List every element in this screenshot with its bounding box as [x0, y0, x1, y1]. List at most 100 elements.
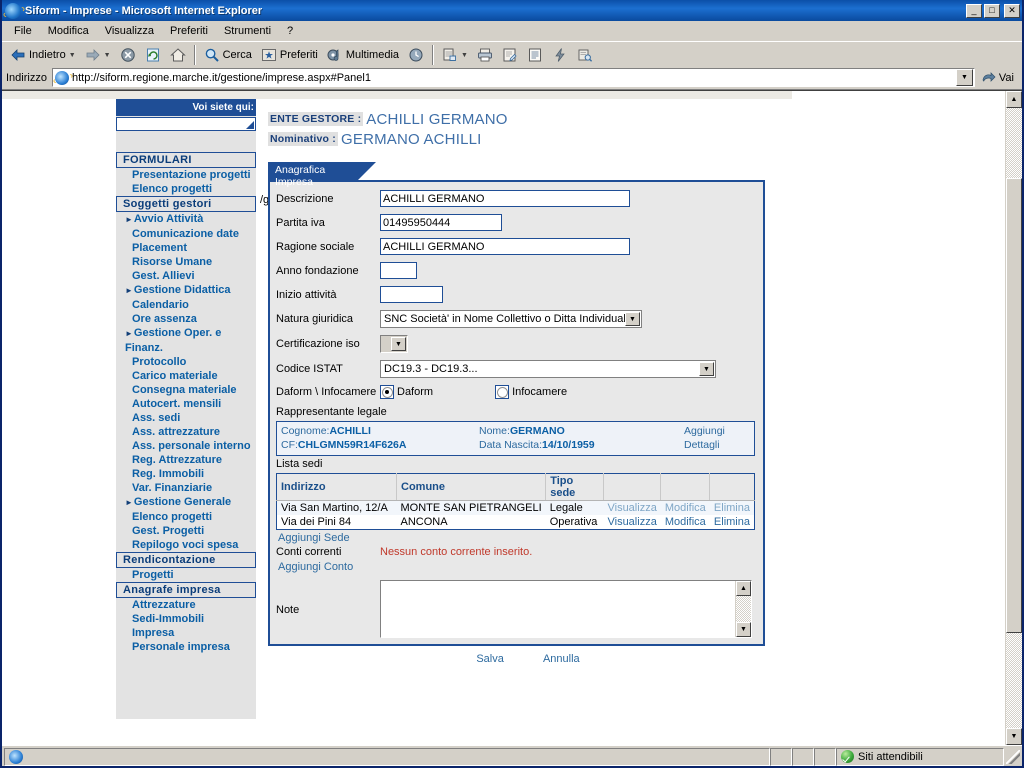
- forward-button[interactable]: ▼: [81, 45, 115, 65]
- nav-link-risorse-umane[interactable]: Risorse Umane: [116, 255, 256, 269]
- history-button[interactable]: [404, 45, 428, 65]
- messenger-button[interactable]: [548, 45, 572, 65]
- menu-item-file[interactable]: File: [6, 23, 40, 39]
- nav-link-progetti[interactable]: Progetti: [116, 568, 256, 582]
- print-button[interactable]: [473, 45, 497, 65]
- nav-link-placement[interactable]: Placement: [116, 241, 256, 255]
- salva-link[interactable]: Salva: [476, 653, 504, 665]
- maximize-button[interactable]: □: [984, 3, 1000, 18]
- nav-link-reg-immobili[interactable]: Reg. Immobili: [116, 467, 256, 481]
- note-textarea[interactable]: ▲ ▼: [380, 580, 752, 638]
- page-scrollbar[interactable]: ▲ ▼: [1005, 91, 1022, 745]
- certificazione-iso-select[interactable]: ▼: [380, 335, 408, 353]
- rappresentante-aggiungi-link[interactable]: Aggiungi: [684, 424, 750, 438]
- nav-group-gestione-didattica[interactable]: ►Gestione Didattica: [116, 283, 256, 298]
- nav-link-calendario[interactable]: Calendario: [116, 298, 256, 312]
- nav-link-personale-impresa[interactable]: Personale impresa: [116, 640, 256, 654]
- mail-button[interactable]: ▼: [438, 45, 472, 65]
- nav-link-carico-materiale[interactable]: Carico materiale: [116, 369, 256, 383]
- discuss-button[interactable]: [523, 45, 547, 65]
- minimize-button[interactable]: _: [966, 3, 982, 18]
- aggiungi-sede-link[interactable]: Aggiungi Sede: [276, 530, 755, 545]
- natura-giuridica-select[interactable]: SNC Società' in Nome Collettivo o Ditta …: [380, 310, 642, 328]
- refresh-button[interactable]: [141, 45, 165, 65]
- menu-item-modifica[interactable]: Modifica: [40, 23, 97, 39]
- codice-istat-select[interactable]: DC19.3 - DC19.3... ▼: [380, 360, 716, 378]
- nav-link-ass-personale-interno[interactable]: Ass. personale interno: [116, 439, 256, 453]
- descrizione-input[interactable]: ACHILLI GERMANO: [380, 190, 630, 207]
- scroll-down-button[interactable]: ▼: [1006, 728, 1022, 745]
- scroll-up-button[interactable]: ▲: [1006, 91, 1022, 108]
- nav-link-consegna-materiale[interactable]: Consegna materiale: [116, 383, 256, 397]
- nav-link-reg-attrezzature[interactable]: Reg. Attrezzature: [116, 453, 256, 467]
- nav-group-gestione-oper-finanz[interactable]: ►Gestione Oper. e Finanz.: [116, 326, 256, 355]
- note-scroll-up-button[interactable]: ▲: [736, 581, 751, 596]
- nav-link-attrezzature[interactable]: Attrezzature: [116, 598, 256, 612]
- nav-link-repilogo-voci-spesa[interactable]: Repilogo voci spesa: [116, 538, 256, 552]
- security-zone-cell[interactable]: Siti attendibili: [836, 747, 1004, 766]
- nav-link-ass-sedi[interactable]: Ass. sedi: [116, 411, 256, 425]
- nav-link-presentazione-progetti[interactable]: Presentazione progetti: [116, 168, 256, 182]
- nav-link-var-finanziarie[interactable]: Var. Finanziarie: [116, 481, 256, 495]
- address-dropdown-button[interactable]: ▼: [955, 69, 973, 86]
- nav-link-autocert-mensili[interactable]: Autocert. mensili: [116, 397, 256, 411]
- nav-search-input[interactable]: [116, 117, 256, 131]
- nav-link-ore-assenza[interactable]: Ore assenza: [116, 312, 256, 326]
- research-button[interactable]: [573, 45, 597, 65]
- infocamere-radio[interactable]: [495, 385, 510, 399]
- address-input[interactable]: http://siform.regione.marche.it/gestione…: [51, 68, 975, 87]
- daform-radio[interactable]: [380, 385, 394, 399]
- nav-group-gestione-generale[interactable]: ►Gestione Generale: [116, 495, 256, 510]
- note-scroll-track[interactable]: [736, 596, 751, 622]
- media-button[interactable]: Multimedia: [323, 45, 403, 65]
- favorites-button[interactable]: Preferiti: [257, 45, 322, 65]
- cell-elimina-link[interactable]: Elimina: [709, 500, 755, 515]
- note-scrollbar[interactable]: ▲ ▼: [735, 581, 751, 637]
- cell-visualizza-link[interactable]: Visualizza: [603, 515, 661, 530]
- stop-button[interactable]: [116, 45, 140, 65]
- cell-modifica-link[interactable]: Modifica: [660, 500, 710, 515]
- menu-item-visualizza[interactable]: Visualizza: [97, 23, 162, 39]
- rappresentante-dettagli-link[interactable]: Dettagli: [684, 438, 750, 452]
- close-button[interactable]: ✕: [1004, 3, 1020, 18]
- menu-item-strumenti[interactable]: Strumenti: [216, 23, 279, 39]
- table-row[interactable]: Via dei Pini 84 ANCONA Operativa Visuali…: [276, 515, 755, 530]
- nav-link-impresa[interactable]: Impresa: [116, 626, 256, 640]
- partita-iva-input[interactable]: 01495950444: [380, 214, 502, 231]
- mail-dropdown-icon[interactable]: ▼: [461, 52, 468, 59]
- tab-anagrafica-impresa[interactable]: Anagrafica Impresa: [268, 162, 358, 188]
- nav-link-gest-progetti[interactable]: Gest. Progetti: [116, 524, 256, 538]
- inizio-attivita-input[interactable]: [380, 286, 443, 303]
- search-button[interactable]: Cerca: [200, 45, 256, 65]
- nav-link-elenco-progetti[interactable]: Elenco progetti: [116, 182, 256, 196]
- nav-link-comunicazione-date[interactable]: Comunicazione date: [116, 227, 256, 241]
- chevron-down-icon[interactable]: ▼: [625, 312, 640, 326]
- menu-item-help[interactable]: ?: [279, 23, 301, 39]
- home-button[interactable]: [166, 45, 190, 65]
- nav-link-sedi-immobili[interactable]: Sedi-Immobili: [116, 612, 256, 626]
- scroll-track-lower[interactable]: [1006, 633, 1022, 728]
- nav-link-elenco-progetti-2[interactable]: Elenco progetti: [116, 510, 256, 524]
- cell-elimina-link[interactable]: Elimina: [709, 515, 755, 530]
- table-row[interactable]: Via San Martino, 12/A MONTE SAN PIETRANG…: [276, 500, 755, 515]
- anno-fondazione-input[interactable]: [380, 262, 417, 279]
- nav-link-protocollo[interactable]: Protocollo: [116, 355, 256, 369]
- nav-group-avvio-attivita[interactable]: ►Avvio Attività: [116, 212, 256, 227]
- cell-visualizza-link[interactable]: Visualizza: [603, 500, 661, 515]
- scroll-thumb[interactable]: [1006, 178, 1022, 633]
- chevron-down-icon[interactable]: ▼: [699, 362, 714, 376]
- ragione-sociale-input[interactable]: ACHILLI GERMANO: [380, 238, 630, 255]
- go-button[interactable]: Vai: [978, 70, 1020, 86]
- menu-item-preferiti[interactable]: Preferiti: [162, 23, 216, 39]
- back-dropdown-icon[interactable]: ▼: [69, 52, 76, 59]
- cell-modifica-link[interactable]: Modifica: [660, 515, 710, 530]
- nav-link-ass-attrezzature[interactable]: Ass. attrezzature: [116, 425, 256, 439]
- note-scroll-down-button[interactable]: ▼: [736, 622, 751, 637]
- back-button[interactable]: Indietro ▼: [6, 45, 80, 65]
- aggiungi-conto-link[interactable]: Aggiungi Conto: [276, 559, 755, 574]
- resize-grip[interactable]: [1006, 749, 1020, 764]
- forward-dropdown-icon[interactable]: ▼: [104, 52, 111, 59]
- nav-link-gest-allievi[interactable]: Gest. Allievi: [116, 269, 256, 283]
- chevron-down-icon[interactable]: ▼: [391, 337, 406, 351]
- edit-button[interactable]: [498, 45, 522, 65]
